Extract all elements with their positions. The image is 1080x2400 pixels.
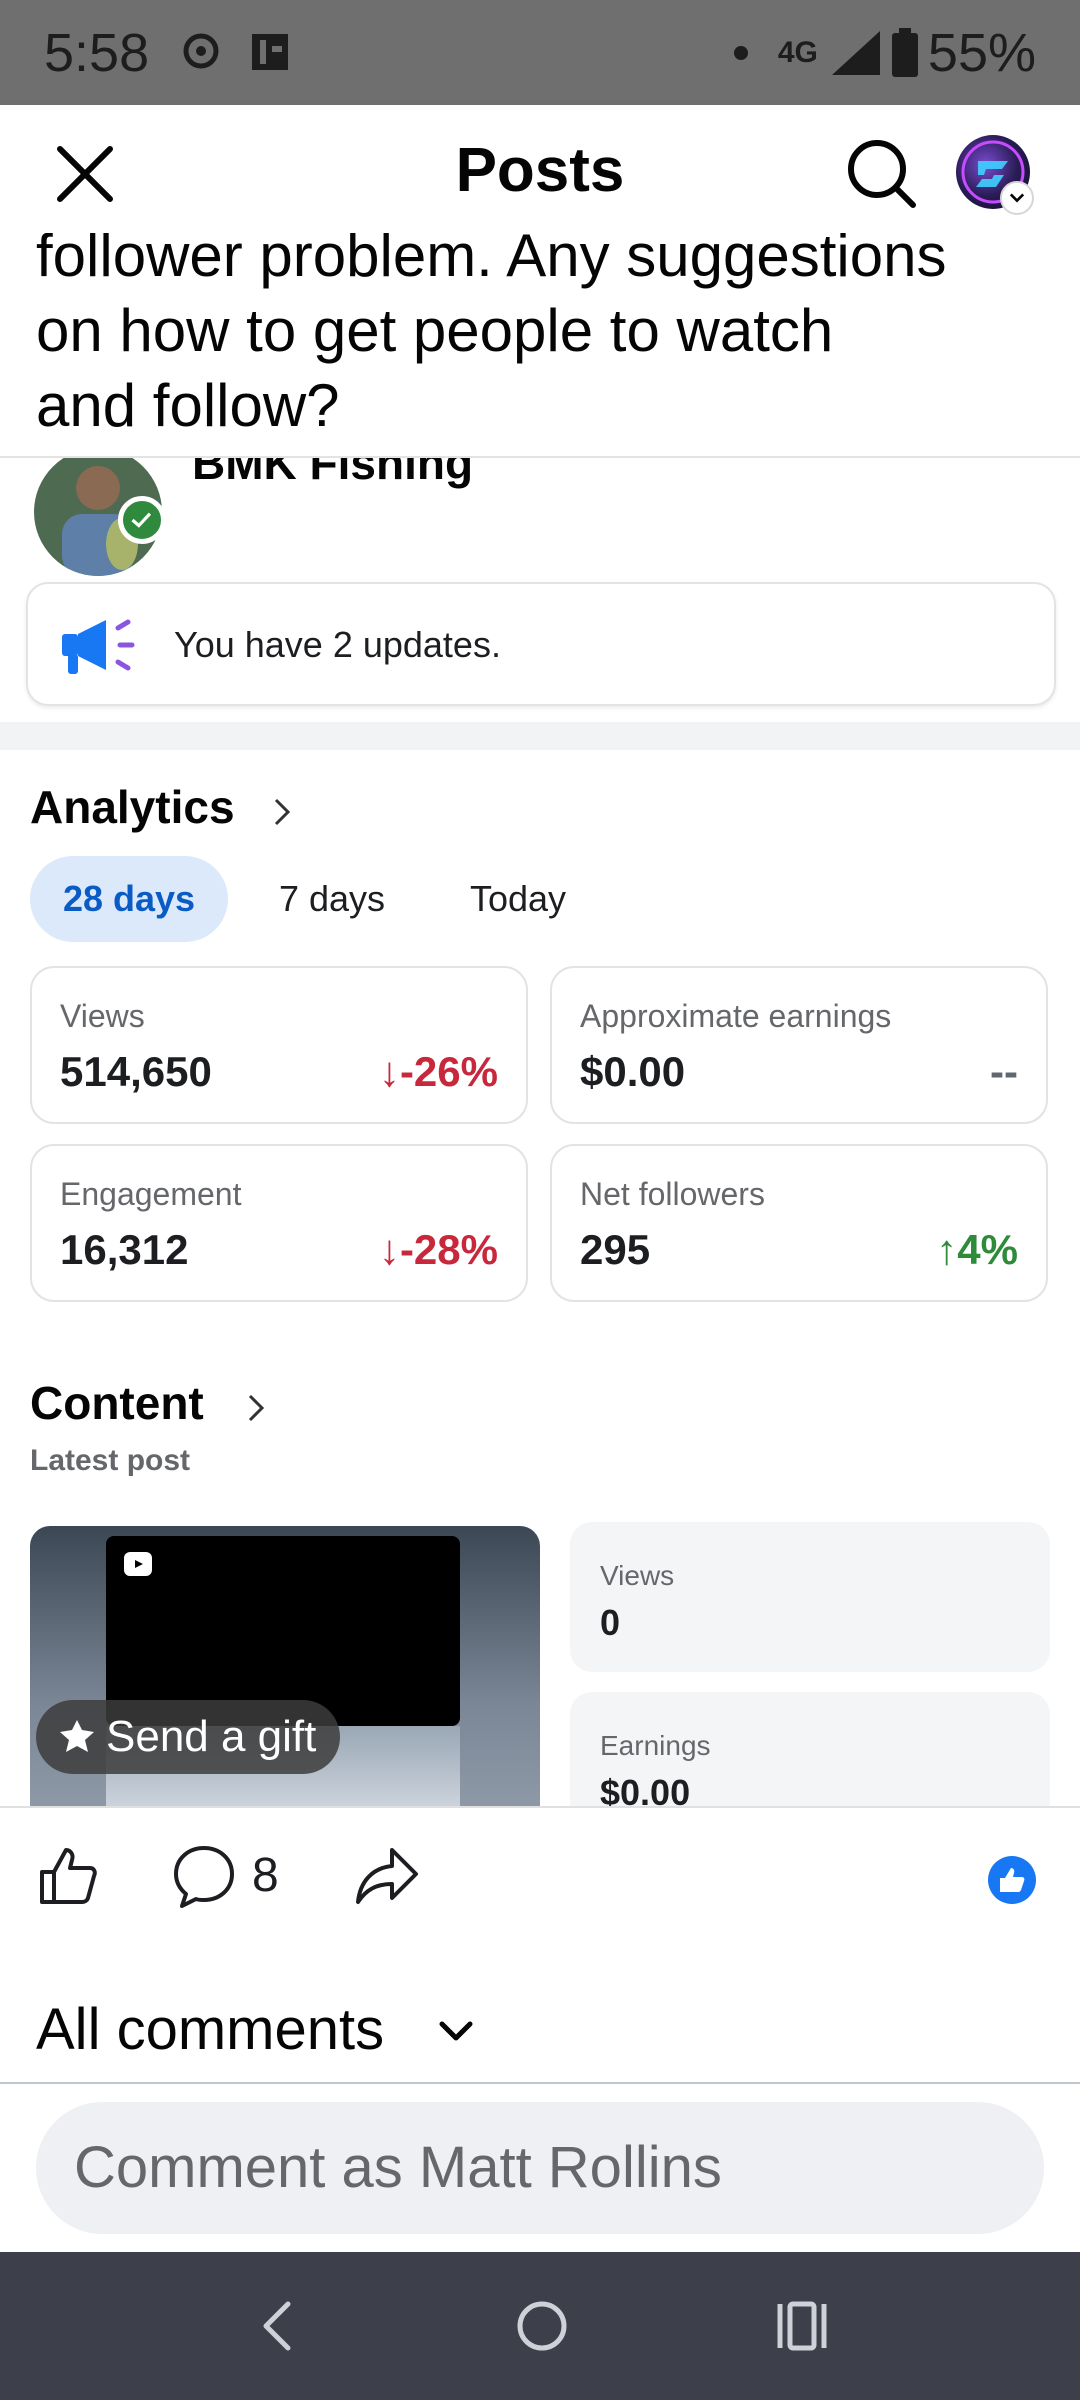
- megaphone-icon: [62, 619, 135, 674]
- latest-views-card: Views 0: [570, 1522, 1050, 1672]
- latest-earnings-card: Earnings $0.00: [570, 1692, 1050, 1806]
- share-icon[interactable]: [354, 1844, 420, 1908]
- page-name: BMK Fishing: [192, 456, 474, 489]
- like-icon[interactable]: [36, 1844, 100, 1908]
- battery-percent: 55%: [927, 23, 1036, 83]
- stat-delta-value: -28%: [399, 1226, 498, 1273]
- stat-delta: ↓-26%: [379, 1048, 498, 1096]
- back-nav-icon[interactable]: [256, 2298, 296, 2354]
- chevron-down-icon[interactable]: [1000, 181, 1034, 215]
- home-nav-icon[interactable]: [514, 2298, 570, 2354]
- post-image[interactable]: BMK Fishing You have 2 updates. Analytic…: [0, 456, 1080, 1806]
- status-bar: 5:58 4G 55%: [0, 0, 1080, 105]
- stat-delta: ↑4%: [936, 1226, 1018, 1274]
- content-heading: Content: [30, 1377, 204, 1429]
- signal-icon: [831, 31, 880, 75]
- system-nav-bar: [0, 2252, 1080, 2400]
- network-label: 4G: [777, 36, 818, 69]
- notification-status-icon: [252, 34, 288, 70]
- check-badge-icon: [118, 496, 166, 544]
- stat-label: Net followers: [580, 1176, 765, 1212]
- stat-card-earnings[interactable]: Approximate earnings $0.00 --: [550, 966, 1048, 1124]
- mini-stat-label: Views: [600, 1560, 675, 1591]
- stat-value: 16,312: [60, 1226, 189, 1273]
- arrow-up-icon: ↑: [936, 1226, 958, 1273]
- post-actions: 8: [0, 1806, 1080, 1946]
- send-gift-label: Send a gift: [106, 1712, 317, 1761]
- stat-label: Approximate earnings: [580, 998, 892, 1034]
- content-subtitle: Latest post: [30, 1444, 191, 1477]
- reel-icon: [124, 1552, 152, 1576]
- send-gift-button[interactable]: Send a gift: [36, 1700, 341, 1774]
- post-text-line: on how to get people to watch: [36, 297, 834, 364]
- status-dot: [733, 46, 748, 60]
- comment-input[interactable]: Comment as Matt Rollins: [36, 2102, 1044, 2234]
- settings-status-icon: [183, 33, 219, 69]
- post-text-line: follower problem. Any suggestions: [36, 233, 947, 289]
- analytics-heading: Analytics: [30, 781, 235, 833]
- stat-card-net-followers[interactable]: Net followers 295 ↑4%: [550, 1144, 1048, 1302]
- updates-banner[interactable]: You have 2 updates.: [26, 582, 1056, 706]
- recents-nav-icon[interactable]: [774, 2300, 830, 2352]
- chevron-down-icon[interactable]: [436, 2012, 476, 2052]
- battery-icon: [891, 28, 918, 77]
- updates-text: You have 2 updates.: [174, 624, 501, 665]
- latest-post-thumbnail[interactable]: Send a gift: [30, 1526, 540, 1806]
- mini-stat-value: 0: [600, 1602, 621, 1643]
- chevron-right-icon: [274, 798, 291, 826]
- mini-stat-value: $0.00: [600, 1772, 691, 1806]
- comment-icon[interactable]: [172, 1844, 236, 1908]
- stat-delta-value: 4%: [957, 1226, 1018, 1273]
- like-reaction-icon[interactable]: [988, 1856, 1036, 1904]
- stat-value: 295: [580, 1226, 651, 1273]
- all-comments-filter[interactable]: All comments: [36, 1996, 384, 2063]
- tab-7-days[interactable]: 7 days: [254, 856, 410, 942]
- stat-delta-value: --: [990, 1048, 1018, 1095]
- page-title: Posts: [455, 136, 625, 205]
- stat-delta-value: -26%: [399, 1048, 498, 1095]
- video-frame: [106, 1536, 460, 1726]
- gift-icon: [60, 1720, 94, 1752]
- stat-card-engagement[interactable]: Engagement 16,312 ↓-28%: [30, 1144, 528, 1302]
- chevron-right-icon: [248, 1394, 265, 1422]
- stat-card-views[interactable]: Views 514,650 ↓-26%: [30, 966, 528, 1124]
- comments-divider: [0, 2082, 1080, 2084]
- status-time: 5:58: [44, 23, 150, 83]
- stat-value: 514,650: [60, 1048, 212, 1095]
- stat-value: $0.00: [580, 1048, 686, 1095]
- search-icon[interactable]: [845, 137, 917, 209]
- stat-label: Views: [60, 998, 145, 1034]
- arrow-down-icon: ↓: [378, 1048, 400, 1095]
- post-text: follower problem. Any suggestions on how…: [36, 233, 1046, 443]
- post-text-line: and follow?: [36, 372, 340, 439]
- stat-label: Engagement: [60, 1176, 242, 1212]
- stat-delta: ↓-28%: [379, 1226, 498, 1274]
- app-header: Posts: [0, 105, 1080, 233]
- section-divider: [0, 722, 1080, 750]
- post-body: follower problem. Any suggestions on how…: [0, 233, 1080, 458]
- comment-count: 8: [252, 1849, 279, 1902]
- mini-stat-label: Earnings: [600, 1730, 711, 1761]
- tab-today[interactable]: Today: [440, 856, 596, 942]
- tab-28-days[interactable]: 28 days: [30, 856, 228, 942]
- arrow-down-icon: ↓: [378, 1226, 400, 1273]
- status-right: 4G 55%: [733, 22, 1036, 84]
